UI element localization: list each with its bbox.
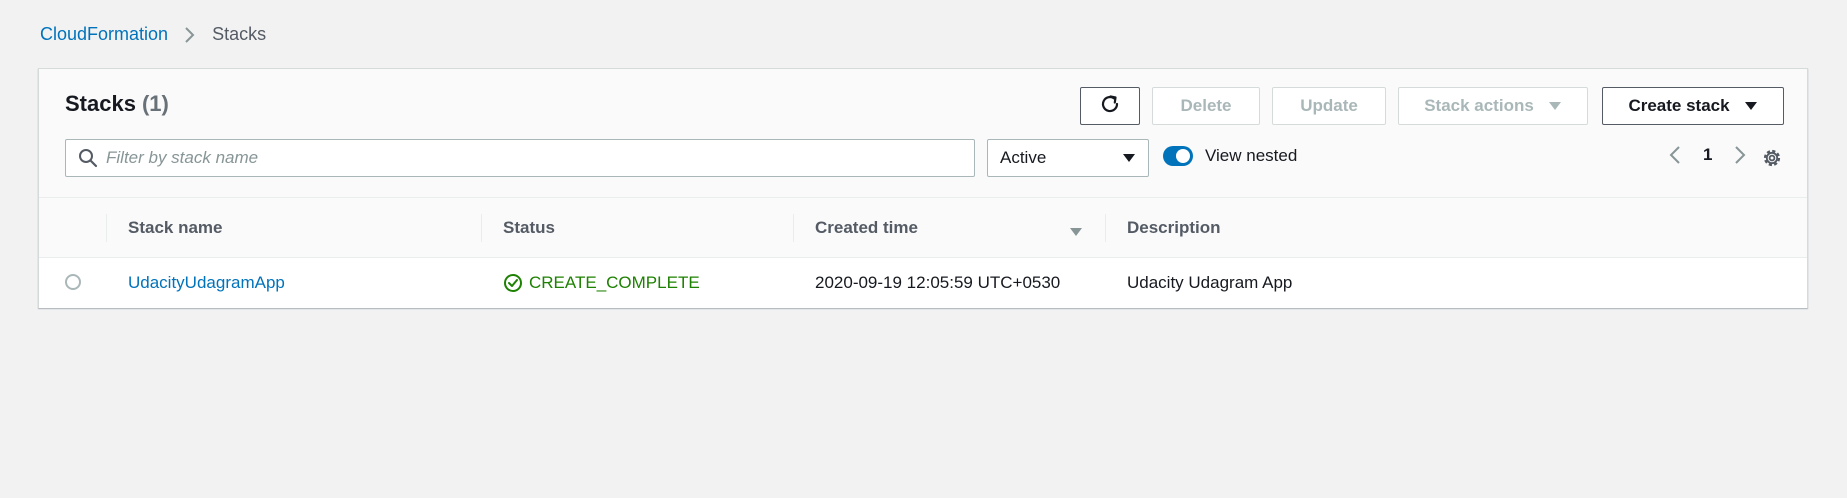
page-title: Stacks (1) xyxy=(65,91,169,117)
caret-down-icon xyxy=(1122,153,1136,163)
stack-name-filter-input[interactable]: Filter by stack name xyxy=(65,139,975,177)
stack-name-cell: UdacityUdagramApp xyxy=(106,258,285,308)
column-header-stack-name[interactable]: Stack name xyxy=(106,198,481,257)
stack-count: (1) xyxy=(141,91,169,116)
column-header-created-time[interactable]: Created time xyxy=(793,198,1105,257)
table-header: Stack name Status Created time Descripti… xyxy=(39,197,1807,258)
search-icon xyxy=(66,148,98,168)
refresh-icon xyxy=(1099,93,1121,120)
status-cell: CREATE_COMPLETE xyxy=(481,258,700,308)
status-badge: CREATE_COMPLETE xyxy=(503,273,700,293)
stack-actions-label: Stack actions xyxy=(1424,96,1534,115)
table-row: UdacityUdagramApp CREATE_COMPLETE 2020-0… xyxy=(39,258,1807,308)
column-header-label: Status xyxy=(503,217,555,237)
filter-placeholder: Filter by stack name xyxy=(106,148,259,167)
status-text: CREATE_COMPLETE xyxy=(529,273,700,292)
stacks-panel: Stacks (1) Delete Update Stack actions Cr… xyxy=(38,68,1808,308)
pagination: 1 xyxy=(1669,145,1746,165)
status-filter-select[interactable]: Active xyxy=(987,139,1149,177)
column-header-status[interactable]: Status xyxy=(481,198,793,257)
stack-name-link[interactable]: UdacityUdagramApp xyxy=(128,273,285,293)
column-header-description[interactable]: Description xyxy=(1105,198,1805,257)
chevron-left-icon[interactable] xyxy=(1669,145,1681,165)
check-circle-icon xyxy=(503,273,529,293)
breadcrumb: CloudFormation Stacks xyxy=(40,24,266,45)
breadcrumb-cloudformation-link[interactable]: CloudFormation xyxy=(40,24,168,45)
row-select-radio[interactable] xyxy=(65,274,81,290)
title-text: Stacks xyxy=(65,91,136,116)
stack-actions-dropdown[interactable]: Stack actions xyxy=(1398,87,1588,125)
caret-down-icon xyxy=(1548,101,1562,111)
create-stack-label: Create stack xyxy=(1628,96,1730,115)
created-time-cell: 2020-09-19 12:05:59 UTC+0530 xyxy=(815,273,1061,292)
description-cell: Udacity Udagram App xyxy=(1127,273,1293,292)
column-header-label: Description xyxy=(1127,217,1221,237)
view-nested-label: View nested xyxy=(1205,146,1298,165)
gear-icon[interactable] xyxy=(1761,147,1783,174)
chevron-right-icon[interactable] xyxy=(1734,145,1746,165)
sort-descending-icon[interactable] xyxy=(1069,222,1083,242)
update-button[interactable]: Update xyxy=(1272,87,1386,125)
view-nested-toggle-group: View nested xyxy=(1163,146,1297,166)
refresh-button[interactable] xyxy=(1080,87,1140,125)
column-header-label: Created time xyxy=(815,217,918,237)
create-stack-dropdown[interactable]: Create stack xyxy=(1602,87,1784,125)
breadcrumb-current: Stacks xyxy=(212,24,267,44)
column-header-label: Stack name xyxy=(128,217,223,237)
delete-button[interactable]: Delete xyxy=(1152,87,1260,125)
status-filter-value: Active xyxy=(1000,148,1047,167)
select-column-header xyxy=(39,198,106,257)
chevron-right-icon xyxy=(184,26,196,44)
page-number[interactable]: 1 xyxy=(1703,145,1712,165)
caret-down-icon xyxy=(1744,101,1758,111)
view-nested-toggle[interactable] xyxy=(1163,146,1193,166)
